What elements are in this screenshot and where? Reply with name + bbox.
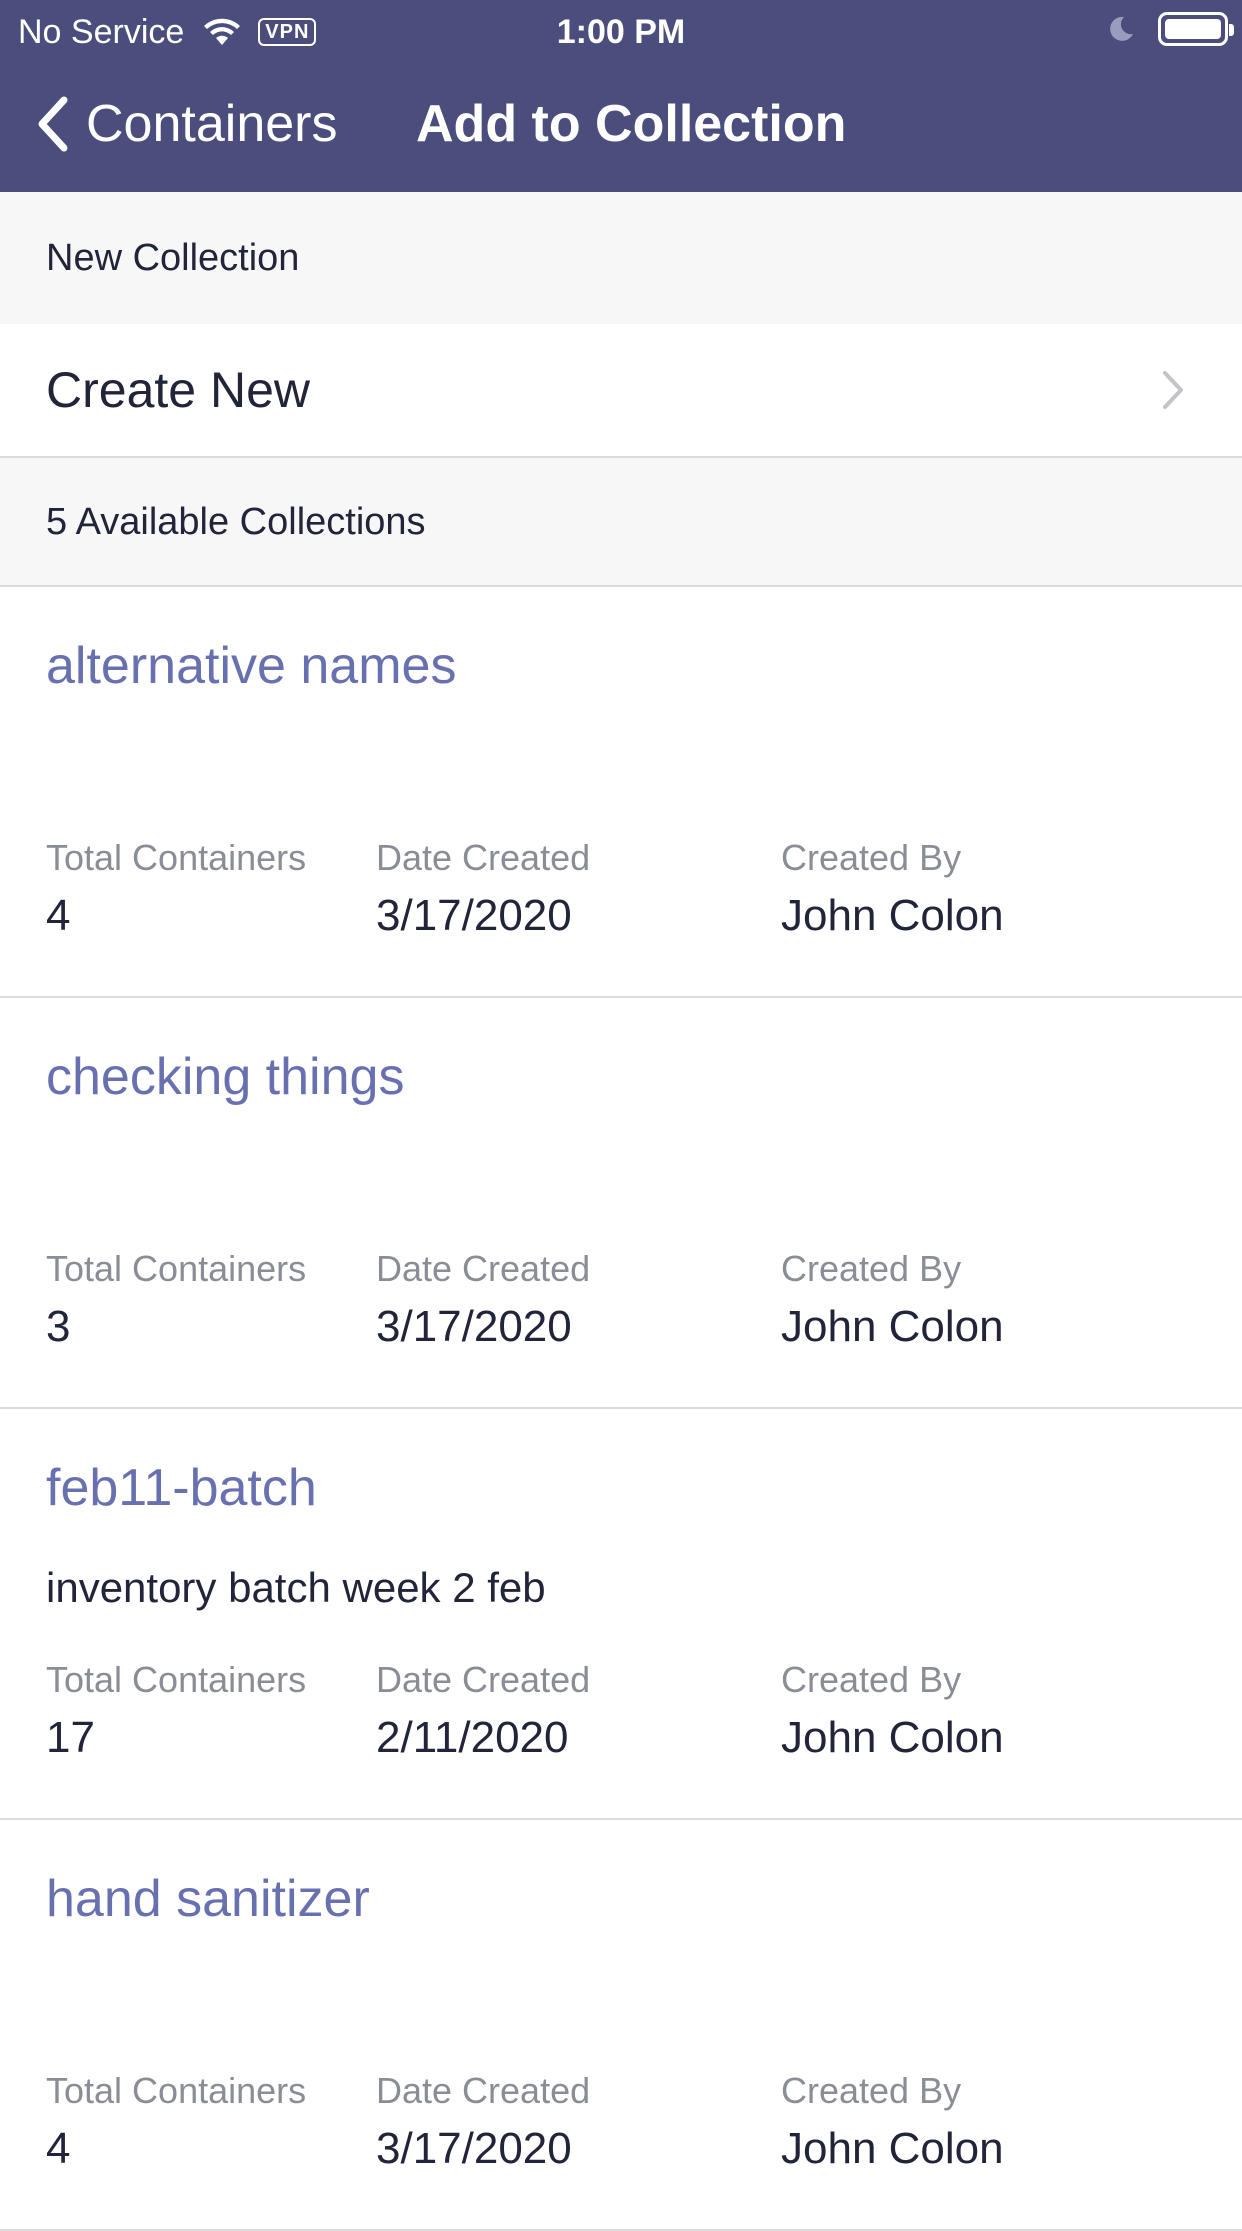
status-time: 1:00 PM [556,13,686,51]
total-containers-value: 17 [46,1713,95,1762]
collection-list: alternative names Total Containers 4 Dat… [0,587,1242,2231]
collection-name: alternative names [46,637,457,695]
created-by-label: Created By [781,2070,962,2111]
top-bar: No Service VPN 1:00 PM Containers Add to… [0,0,1242,192]
create-new-label: Create New [46,362,310,418]
total-containers-label: Total Containers [46,1248,307,1289]
section-header-label: New Collection [46,237,300,279]
back-button[interactable]: Containers [34,92,337,156]
collection-item[interactable]: feb11-batch inventory batch week 2 feb T… [0,1409,1242,1820]
total-containers-label: Total Containers [46,1659,307,1700]
collection-item[interactable]: checking things Total Containers 3 Date … [0,998,1242,1409]
total-containers-value: 4 [46,891,71,940]
total-containers: Total Containers 4 [46,837,306,941]
date-created-value: 3/17/2020 [376,2124,572,2173]
collection-name: checking things [46,1048,405,1106]
created-by-value: John Colon [781,1713,1004,1762]
section-header-available-collections: 5 Available Collections [0,456,1242,587]
date-created: Date Created 2/11/2020 [376,1659,590,1763]
create-new-button[interactable]: Create New [0,324,1242,456]
status-bar: No Service VPN 1:00 PM [0,0,1242,62]
created-by: Created By John Colon [781,2070,1004,2174]
back-label: Containers [86,95,338,153]
collection-name: feb11-batch [46,1459,317,1517]
total-containers-label: Total Containers [46,2070,307,2111]
created-by-value: John Colon [781,891,1004,940]
created-by: Created By John Colon [781,837,1004,941]
date-created: Date Created 3/17/2020 [376,2070,590,2174]
created-by-label: Created By [781,837,962,878]
moon-icon [1110,16,1133,41]
collection-name: hand sanitizer [46,1870,370,1928]
created-by-value: John Colon [781,1302,1004,1351]
chevron-left-icon [38,96,68,152]
created-by-value: John Colon [781,2124,1004,2173]
collection-item[interactable]: hand sanitizer Total Containers 4 Date C… [0,1820,1242,2231]
battery-icon [1158,12,1234,46]
section-header-new-collection: New Collection [0,192,1242,324]
status-right [1106,12,1234,46]
total-containers: Total Containers 3 [46,1248,306,1352]
date-created-value: 2/11/2020 [376,1713,569,1762]
date-created: Date Created 3/17/2020 [376,1248,590,1352]
date-created-value: 3/17/2020 [376,891,572,940]
total-containers-value: 4 [46,2124,71,2173]
date-created-label: Date Created [376,1659,591,1700]
date-created-value: 3/17/2020 [376,1302,572,1351]
created-by-label: Created By [781,1659,962,1700]
collection-item[interactable]: alternative names Total Containers 4 Dat… [0,587,1242,998]
total-containers-value: 3 [46,1302,71,1351]
date-created-label: Date Created [376,2070,591,2111]
chevron-right-icon [1163,371,1183,409]
date-created-label: Date Created [376,837,591,878]
section-header-label: 5 Available Collections [46,500,426,543]
total-containers-label: Total Containers [46,837,307,878]
date-created-label: Date Created [376,1248,591,1289]
page-title: Add to Collection [416,95,847,153]
navigation-bar: Containers Add to Collection [0,62,1242,192]
collection-description: inventory batch week 2 feb [46,1564,546,1611]
created-by: Created By John Colon [781,1659,1004,1763]
date-created: Date Created 3/17/2020 [376,837,590,941]
created-by: Created By John Colon [781,1248,1004,1352]
created-by-label: Created By [781,1248,962,1289]
total-containers: Total Containers 4 [46,2070,306,2174]
total-containers: Total Containers 17 [46,1659,306,1763]
